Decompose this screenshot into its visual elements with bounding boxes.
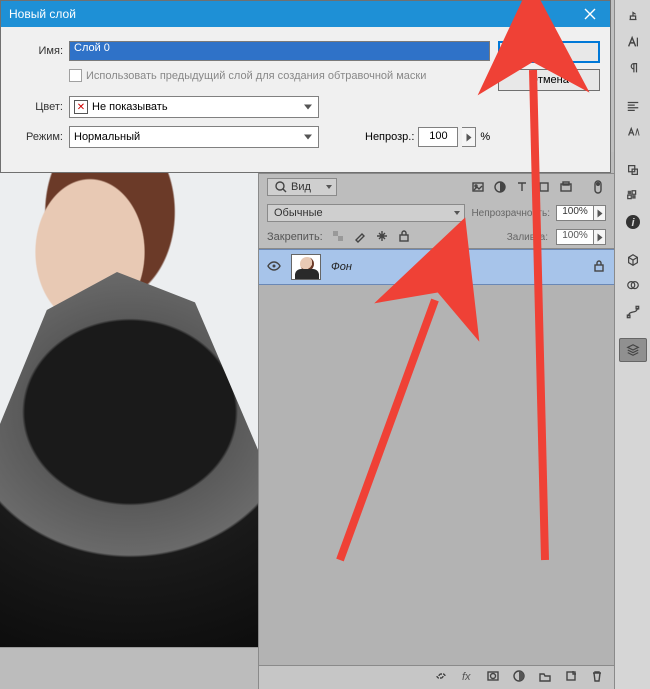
group-button[interactable]: [538, 669, 552, 686]
adjustment-layer-button[interactable]: [512, 669, 526, 686]
filter-pixel-icon[interactable]: [470, 179, 486, 195]
svg-text:fx: fx: [462, 671, 471, 683]
rail-clone-stamp-icon[interactable]: [619, 4, 647, 28]
dialog-close-button[interactable]: [570, 1, 610, 27]
fill-label: Заливка:: [507, 232, 548, 243]
rail-layers-icon[interactable]: [619, 338, 647, 362]
color-value: Не показывать: [92, 101, 168, 113]
new-layer-button[interactable]: [564, 669, 578, 686]
layer-name[interactable]: Фон: [331, 261, 582, 273]
rail-swatches-icon[interactable]: [619, 184, 647, 208]
clip-mask-checkbox[interactable]: [69, 69, 82, 82]
panel-opacity-input[interactable]: 100%: [556, 205, 594, 221]
percent-sign: %: [480, 131, 490, 143]
opacity-flyout-button[interactable]: [462, 127, 476, 147]
dialog-titlebar[interactable]: Новый слой: [1, 1, 610, 27]
layer-lock-icon[interactable]: [592, 259, 606, 276]
panel-fill-input[interactable]: 100%: [556, 229, 594, 245]
layer-name-input[interactable]: Слой 0: [69, 41, 490, 61]
rail-glyphs-icon[interactable]: [619, 120, 647, 144]
layer-row-background[interactable]: Фон: [259, 249, 614, 285]
rail-paths-icon[interactable]: [619, 300, 647, 324]
new-layer-dialog: Новый слой Имя: Слой 0 Использовать пред…: [0, 0, 611, 173]
layer-mask-button[interactable]: [486, 669, 500, 686]
collapsed-panel-rail: i: [614, 0, 650, 689]
layers-footer-toolbar: fx: [259, 665, 614, 689]
lock-icon: [592, 259, 606, 273]
color-combo[interactable]: ✕ Не показывать: [69, 96, 319, 118]
rail-character-icon[interactable]: [619, 30, 647, 54]
delete-layer-button[interactable]: [590, 669, 604, 686]
clip-mask-checkbox-row: Использовать предыдущий слой для создани…: [11, 69, 490, 82]
filter-adjust-icon[interactable]: [492, 179, 508, 195]
name-label: Имя:: [11, 45, 63, 57]
rail-3d-icon[interactable]: [619, 248, 647, 272]
layer-thumbnail[interactable]: [291, 254, 321, 280]
visibility-toggle[interactable]: [267, 259, 281, 276]
layer-style-button[interactable]: fx: [460, 669, 474, 686]
eye-icon: [267, 259, 281, 273]
mode-label: Режим:: [11, 131, 63, 143]
lock-label: Закрепить:: [267, 231, 323, 243]
filter-type-icon[interactable]: [514, 179, 530, 195]
rail-artboards-icon[interactable]: [619, 158, 647, 182]
mode-combo[interactable]: Нормальный: [69, 126, 319, 148]
canvas-pasteboard: [0, 647, 258, 689]
rail-info-icon[interactable]: i: [619, 210, 647, 234]
cancel-button[interactable]: Отмена: [498, 69, 600, 91]
link-layers-button[interactable]: [434, 669, 448, 686]
dialog-title: Новый слой: [9, 7, 570, 21]
search-icon: [274, 180, 288, 194]
opacity-panel-label: Непрозрачность:: [471, 208, 550, 219]
none-color-icon: ✕: [74, 100, 88, 114]
opacity-input[interactable]: 100: [418, 127, 458, 147]
ok-button[interactable]: ОК: [498, 41, 600, 63]
layers-panel: Слои Вид Обычные Непрозрачность: 100% За…: [258, 152, 614, 689]
document-canvas[interactable]: [0, 152, 258, 689]
filter-smart-icon[interactable]: [558, 179, 574, 195]
layers-empty-area: [259, 285, 614, 665]
color-label: Цвет:: [11, 101, 63, 113]
mode-value: Нормальный: [74, 131, 140, 143]
opacity-label: Непрозр.:: [365, 131, 414, 143]
rail-align-icon[interactable]: [619, 94, 647, 118]
panel-fill-flyout[interactable]: [594, 229, 606, 245]
blend-mode-combo[interactable]: Обычные: [267, 204, 465, 222]
panel-opacity-flyout[interactable]: [594, 205, 606, 221]
lock-transparent-icon[interactable]: [331, 229, 345, 246]
lock-all-icon[interactable]: [397, 229, 411, 246]
filter-shape-icon[interactable]: [536, 179, 552, 195]
lock-position-icon[interactable]: [375, 229, 389, 246]
lock-pixels-icon[interactable]: [353, 229, 367, 246]
filter-toggle-switch[interactable]: [590, 179, 606, 195]
rail-paragraph-icon[interactable]: [619, 56, 647, 80]
close-icon: [583, 7, 597, 21]
layer-filter-kind[interactable]: Вид: [267, 178, 337, 196]
clip-mask-label: Использовать предыдущий слой для создани…: [86, 70, 426, 82]
rail-channels-icon[interactable]: [619, 274, 647, 298]
